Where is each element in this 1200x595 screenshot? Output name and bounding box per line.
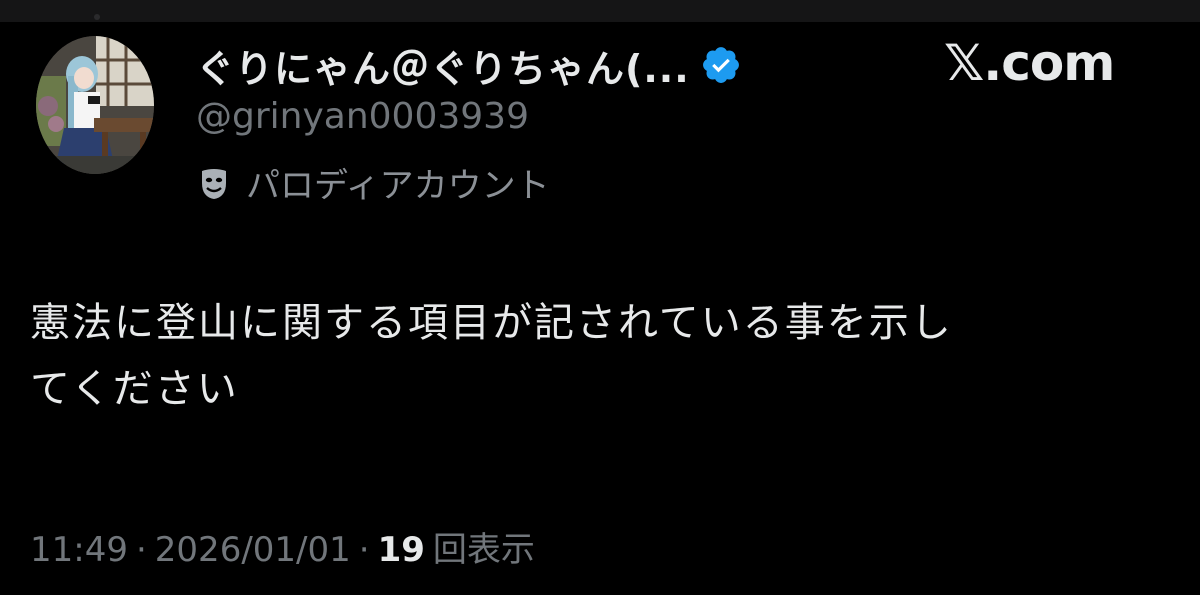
author-handle[interactable]: @grinyan0003939 [196,96,529,137]
author-display-name[interactable]: ぐりにゃん＠ぐりちゃん(... [196,38,690,93]
author-name-row[interactable]: ぐりにゃん＠ぐりちゃん(... [196,38,742,93]
parody-account-label: パロディアカウント [196,158,550,207]
view-label[interactable]: 回表示 [433,522,535,571]
parody-label-text: パロディアカウント [246,166,550,206]
tweet-time[interactable]: 11:49 [30,530,128,570]
tweet-text-line: 憲法に登山に関する項目が記されている事を示し [30,300,953,346]
x-logo: 𝕏.com [944,34,1115,92]
status-dot [94,14,100,20]
tweet-text-line: てください [30,366,239,412]
meta-separator: · [358,530,370,570]
avatar-photo [36,36,154,174]
tweet-text: 憲法に登山に関する項目が記されている事を示し てください [30,290,1180,422]
top-status-strip [0,0,1200,22]
tweet-meta: 11:49 · 2026/01/01 · 19 回表示 [30,522,535,571]
meta-separator: · [135,530,147,570]
verified-badge-icon [700,44,742,86]
avatar[interactable] [36,36,154,174]
parody-mask-icon [196,165,232,201]
tweet-date[interactable]: 2026/01/01 [155,530,351,570]
view-count[interactable]: 19 [378,530,425,570]
